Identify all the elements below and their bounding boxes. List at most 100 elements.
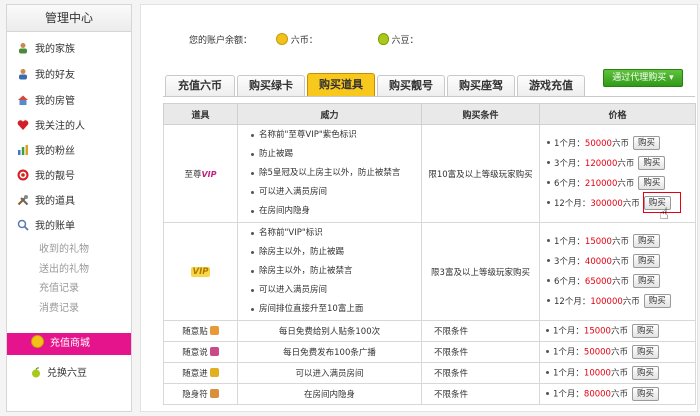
sidebar-item-label: 我的靓号 — [35, 171, 75, 182]
sidebar: 管理中心 我的家族 我的好友 我的房管 我关注的人 我的粉丝 我的靓号 我的道具… — [6, 4, 132, 412]
sidebar-subitem-sent-gifts[interactable]: 送出的礼物 — [39, 262, 89, 278]
sidebar-item-following[interactable]: 我关注的人 — [17, 118, 85, 136]
item-cell: 随意进 — [163, 362, 238, 384]
sidebar-item-number[interactable]: 我的靓号 — [17, 168, 75, 186]
buy-button[interactable]: 购买 — [632, 234, 660, 248]
sidebar-item-exchange-beans[interactable]: 兑换六豆 — [31, 364, 87, 379]
buy-button[interactable]: 购买 — [643, 294, 671, 308]
price-option: 12个月：300000六币 购买 ☝ — [547, 191, 694, 223]
price-amount: 120000 — [584, 158, 618, 169]
sidebar-item-bills[interactable]: 我的账单 — [17, 218, 75, 236]
sidebar-item-friends[interactable]: 我的好友 — [17, 67, 75, 85]
price-unit: 六币 — [610, 389, 628, 400]
price-option: 6个月：65000六币 购买 — [547, 272, 694, 292]
broadcast-icon — [209, 347, 219, 356]
power-item: 名称前"VIP"标识 — [251, 224, 420, 243]
buy-button[interactable]: 购买 — [631, 345, 659, 359]
sidebar-subitem-received-gifts[interactable]: 收到的礼物 — [39, 242, 89, 258]
price-period: 1个月： — [554, 236, 585, 247]
target-icon — [17, 169, 29, 181]
agent-purchase-button[interactable]: 通过代理购买 ▾ — [603, 69, 683, 87]
tab-divider — [163, 96, 695, 97]
tab-buy-number[interactable]: 购买靓号 — [377, 75, 445, 96]
table-row: 随意贴 每日免费给别人贴条100次 不限条件 1个月：15000六币 购买 — [163, 320, 696, 342]
condition-cell: 限3富及以上等级玩家购买 — [421, 222, 540, 321]
price-unit: 六币 — [610, 326, 628, 337]
table-row: 随意进 可以进入满员房间 不限条件 1个月：10000六币 购买 — [163, 362, 696, 384]
price-unit: 六币 — [611, 138, 629, 149]
props-table: 道具 威力 购买条件 价格 至尊VIP 名称前"至尊VIP"紫色标识 防止被踢 … — [163, 103, 696, 405]
tab-buy-props[interactable]: 购买道具 — [307, 73, 375, 96]
talisman-icon — [209, 389, 219, 398]
price-amount: 40000 — [584, 256, 612, 267]
power-cell: 名称前"至尊VIP"紫色标识 防止被踢 除5皇冠及以上房主以外，防止被禁言 可以… — [237, 124, 422, 223]
coin-balance-label: 六币： — [290, 36, 318, 46]
tools-icon — [17, 195, 29, 206]
buy-button[interactable]: 购买 — [632, 254, 660, 268]
price-amount: 15000 — [583, 326, 611, 337]
power-item: 防止被踢 — [251, 145, 420, 164]
sidebar-item-house[interactable]: 我的房管 — [17, 93, 75, 111]
item-name: 随意贴 — [182, 327, 208, 337]
power-item: 除房主以外，防止被禁言 — [251, 262, 420, 281]
price-cell: 1个月：80000六币 购买 — [539, 383, 696, 405]
buy-button[interactable]: 购买 — [638, 156, 666, 170]
sidebar-item-family[interactable]: 我的家族 — [17, 41, 75, 59]
buy-button[interactable]: 购买 — [632, 274, 660, 288]
buy-button[interactable]: 购买 — [638, 176, 666, 190]
price-amount: 50000 — [584, 138, 612, 149]
price-amount: 10000 — [583, 368, 611, 379]
sidebar-item-label: 我的账单 — [35, 221, 75, 232]
price-unit: 六币 — [611, 276, 629, 287]
key-icon — [209, 368, 219, 377]
tab-recharge-coins[interactable]: 充值六币 — [165, 75, 235, 96]
price-amount: 300000 — [590, 198, 623, 209]
price-unit: 六币 — [610, 368, 628, 379]
heart-icon — [17, 120, 29, 130]
tab-game-recharge[interactable]: 游戏充值 — [517, 75, 585, 96]
item-cell: 隐身符 — [163, 383, 238, 405]
power-item: 在房间内隐身 — [251, 202, 420, 221]
price-option: 3个月：40000六币 购买 — [547, 252, 694, 272]
sidebar-item-fans[interactable]: 我的粉丝 — [17, 143, 75, 161]
price-period: 1个月： — [553, 326, 584, 337]
table-row: 随意说 每日免费发布100条广播 不限条件 1个月：50000六币 购买 — [163, 341, 696, 363]
family-icon — [19, 43, 27, 54]
table-header-row: 道具 威力 购买条件 价格 — [163, 103, 696, 125]
sidebar-item-props[interactable]: 我的道具 — [17, 193, 75, 211]
magnifier-icon — [17, 219, 29, 231]
price-option: 3个月：120000六币 购买 — [547, 154, 694, 174]
item-cell: 随意说 — [163, 341, 238, 363]
friends-icon — [19, 69, 27, 80]
table-row: VIP 名称前"VIP"标识 除房主以外，防止被踢 除房主以外，防止被禁言 可以… — [163, 222, 696, 321]
buy-button[interactable]: 购买 — [631, 366, 659, 380]
price-amount: 65000 — [584, 276, 612, 287]
sidebar-item-label: 我的家族 — [35, 44, 75, 55]
col-header-price: 价格 — [539, 103, 696, 125]
sticker-icon — [209, 326, 219, 335]
price-unit: 六币 — [610, 347, 628, 358]
sidebar-subitem-recharge-records[interactable]: 充值记录 — [39, 281, 79, 297]
sidebar-title: 管理中心 — [7, 5, 131, 32]
house-icon — [18, 95, 28, 105]
item-cell: 至尊VIP — [163, 124, 238, 223]
tab-buy-vehicle[interactable]: 购买座驾 — [447, 75, 515, 96]
buy-button[interactable]: 购买 — [632, 136, 660, 150]
buy-button[interactable]: 购买 — [631, 387, 659, 401]
power-cell: 每日免费给别人贴条100次 — [237, 320, 422, 342]
tab-buy-green-card[interactable]: 购买绿卡 — [237, 75, 305, 96]
sidebar-subitem-spending-records[interactable]: 消费记录 — [39, 301, 79, 317]
price-amount: 50000 — [583, 347, 611, 358]
price-period: 1个月： — [553, 389, 584, 400]
buy-button[interactable]: 购买 — [631, 324, 659, 338]
price-unit: 六币 — [611, 256, 629, 267]
coin-icon — [275, 33, 288, 45]
power-cell: 名称前"VIP"标识 除房主以外，防止被踢 除房主以外，防止被禁言 可以进入满员… — [237, 222, 422, 321]
price-unit: 六币 — [622, 198, 640, 209]
power-item: 房间排位直接升至10富上面 — [251, 300, 420, 319]
price-period: 3个月： — [554, 158, 585, 169]
item-cell: VIP — [163, 222, 238, 321]
sidebar-item-recharge-mall[interactable]: 充值商城 — [7, 333, 131, 355]
price-period: 1个月： — [554, 138, 585, 149]
price-amount: 15000 — [584, 236, 612, 247]
